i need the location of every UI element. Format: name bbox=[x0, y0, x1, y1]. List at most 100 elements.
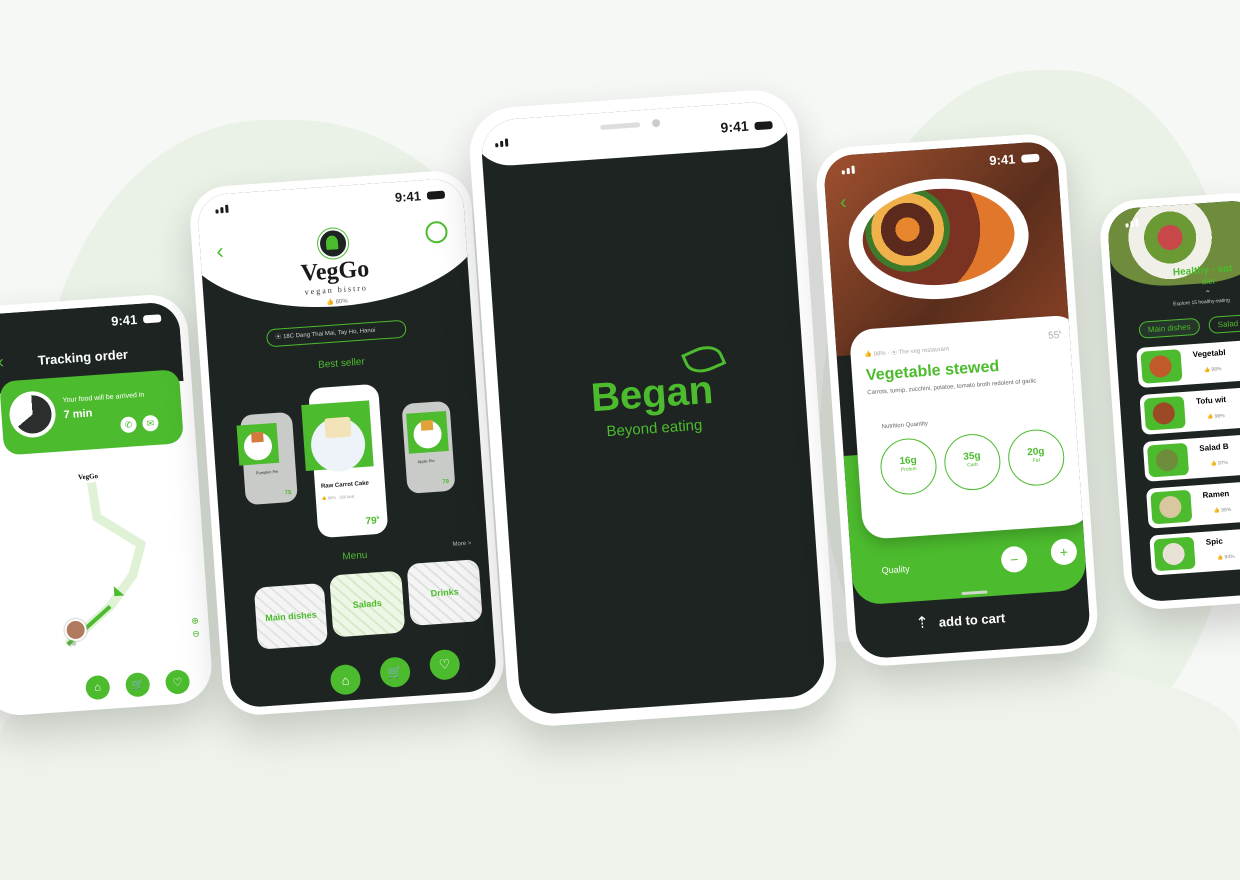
dish-rating: 98% bbox=[873, 350, 886, 358]
add-to-cart-label: add to cart bbox=[938, 609, 1006, 630]
chevron-up-icon[interactable]: ⌃ bbox=[1204, 289, 1211, 298]
price-suffix: k bbox=[376, 514, 380, 521]
product-card-featured[interactable]: Raw Carrot Cake 👍 96% · 250 kcal 79k bbox=[301, 383, 389, 539]
zoom-in-button[interactable]: ⊕ bbox=[191, 615, 199, 626]
eta-notice: Your food will be arrived in bbox=[62, 391, 145, 405]
status-time: 9:41 bbox=[110, 311, 138, 329]
signal-icon bbox=[215, 204, 229, 214]
product-image bbox=[406, 411, 449, 454]
status-time: 9:41 bbox=[988, 150, 1016, 168]
dish-rating: 👍 98% bbox=[1214, 507, 1232, 514]
add-to-cart-button[interactable]: ⇡ add to cart bbox=[915, 607, 1006, 633]
product-price: 75 bbox=[284, 490, 292, 497]
dish-rating-value: 96% bbox=[1214, 413, 1225, 420]
product-price: 79k bbox=[365, 515, 380, 527]
battery-icon bbox=[426, 190, 446, 200]
tab-salad[interactable]: Salad bbox=[1208, 314, 1240, 334]
status-time: 9:41 bbox=[394, 187, 422, 205]
battery-icon bbox=[754, 121, 773, 131]
dish-rating: 👍 98% bbox=[1204, 366, 1222, 373]
list-item[interactable]: Vegetabl 👍 98% bbox=[1136, 335, 1240, 389]
favorite-button[interactable]: ♡ bbox=[164, 669, 191, 695]
map-logo: VegGo bbox=[77, 472, 99, 482]
route-map bbox=[64, 481, 147, 648]
menu-tile-label: Salads bbox=[352, 597, 383, 610]
thumb-icon: 👍 bbox=[1216, 554, 1224, 561]
product-card[interactable]: Apple Pie 79 bbox=[401, 400, 456, 494]
call-button[interactable]: ✆ bbox=[119, 416, 138, 434]
status-time: 9:41 bbox=[720, 117, 750, 136]
dish-name: Salad B bbox=[1199, 441, 1229, 453]
home-button[interactable]: ⌂ bbox=[84, 674, 111, 701]
cart-button[interactable]: 🛒 bbox=[124, 671, 151, 698]
thumb-icon: 👍 bbox=[1210, 460, 1217, 468]
nutrition-protein: 16g Protein bbox=[878, 436, 939, 497]
product-image bbox=[301, 400, 374, 474]
menu-tile-drinks[interactable]: Drinks bbox=[406, 559, 483, 626]
list-subheading: diet bbox=[1201, 276, 1215, 287]
dish-price: 55k bbox=[1048, 330, 1062, 342]
nutrition-carb: 35g Carb bbox=[942, 432, 1003, 492]
price-suffix: k bbox=[1058, 329, 1062, 336]
quantity-label: Quality bbox=[881, 563, 911, 576]
nutrition-fat: 20g Fat bbox=[1006, 427, 1067, 488]
best-seller-heading: Best seller bbox=[317, 356, 366, 371]
detail-card: 👍 98% · ⦿ The veg restaurant 55k Vegetab… bbox=[848, 314, 1092, 540]
phone-tracking: 9:41 ‹ Tracking order Your food will be … bbox=[0, 292, 215, 718]
price-value: 55 bbox=[1047, 330, 1060, 342]
phone-menu: 9:41 ‹ VegGo vegan bistro 👍 80% ⦿ 18C Da… bbox=[187, 168, 507, 718]
product-price: 79 bbox=[442, 478, 450, 486]
tab-main-dishes[interactable]: Main dishes bbox=[1138, 317, 1201, 339]
swipe-up-icon: ⇡ bbox=[914, 614, 930, 633]
menu-tile-salads[interactable]: Salads bbox=[329, 570, 406, 638]
home-button[interactable]: ⌂ bbox=[329, 663, 362, 696]
menu-tile-label: Drinks bbox=[430, 586, 459, 599]
dish-rating: 👍 97% bbox=[1210, 460, 1228, 467]
dish-restaurant: The veg restaurant bbox=[898, 346, 950, 356]
thumb-icon: 👍 bbox=[321, 495, 327, 501]
thumb-icon: 👍 bbox=[1206, 413, 1214, 421]
dish-rating-value: 98% bbox=[1211, 366, 1222, 373]
dish-rating: 👍 96% bbox=[1207, 413, 1225, 420]
dish-rating-value: 98% bbox=[1221, 506, 1232, 514]
thumb-icon: 👍 bbox=[1213, 507, 1221, 515]
menu-tile-main-dishes[interactable]: Main dishes bbox=[253, 582, 329, 650]
dish-thumbnail bbox=[1153, 536, 1196, 572]
chat-button[interactable]: ✉ bbox=[141, 414, 159, 432]
thumb-icon: 👍 bbox=[1203, 367, 1211, 374]
dish-rating: 👍 94% bbox=[1217, 554, 1235, 561]
product-card[interactable]: Pumpkin Pie 75 bbox=[236, 411, 298, 506]
product-name: Pumpkin Pie bbox=[255, 468, 279, 476]
thumb-icon: 👍 bbox=[864, 351, 873, 359]
location-icon: ⦿ bbox=[890, 350, 898, 357]
dish-rating-value: 94% bbox=[1224, 553, 1235, 561]
dish-name: Ramen bbox=[1202, 488, 1230, 500]
address-text: 18C Dang Thai Mai, Tay Ho, Hanoi bbox=[282, 327, 376, 341]
eta-value: 7 min bbox=[63, 407, 93, 422]
list-item[interactable]: Salad B 👍 97% bbox=[1142, 429, 1240, 482]
dish-thumbnail bbox=[1146, 442, 1190, 478]
list-item[interactable]: Spic 👍 94% bbox=[1149, 523, 1240, 576]
dish-name: Tofu wit bbox=[1195, 394, 1227, 407]
battery-icon bbox=[1021, 153, 1040, 163]
dish-name: Spic bbox=[1205, 536, 1224, 547]
rating-value: 80% bbox=[335, 298, 348, 306]
dish-thumbnail bbox=[1143, 395, 1186, 431]
battery-icon bbox=[142, 314, 162, 324]
dish-meta: 👍 98% · ⦿ The veg restaurant bbox=[864, 346, 950, 359]
location-icon: ⦿ bbox=[275, 334, 282, 341]
address-field[interactable]: ⦿ 18C Dang Thai Mai, Tay Ho, Hanoi bbox=[265, 319, 407, 348]
product-name: Raw Carrot Cake bbox=[320, 480, 370, 490]
phone-splash: 9:41 Began Beyond eating bbox=[466, 87, 840, 729]
product-image bbox=[236, 422, 280, 466]
list-item[interactable]: Ramen 👍 98% bbox=[1145, 476, 1240, 529]
favorite-button[interactable]: ♡ bbox=[428, 648, 461, 681]
signal-icon bbox=[1125, 218, 1139, 228]
thumb-icon: 👍 bbox=[326, 299, 335, 307]
product-name: Apple Pie bbox=[417, 457, 435, 465]
cart-button[interactable]: 🛒 bbox=[379, 656, 412, 689]
zoom-out-button[interactable]: ⊖ bbox=[192, 628, 200, 639]
list-item[interactable]: Tofu wit 👍 96% bbox=[1139, 382, 1240, 435]
eta-card: Your food will be arrived in 7 min ✆ ✉ bbox=[0, 369, 184, 456]
dish-list: Vegetabl 👍 98% Tofu wit 👍 96% Salad B 👍 … bbox=[1136, 335, 1240, 583]
